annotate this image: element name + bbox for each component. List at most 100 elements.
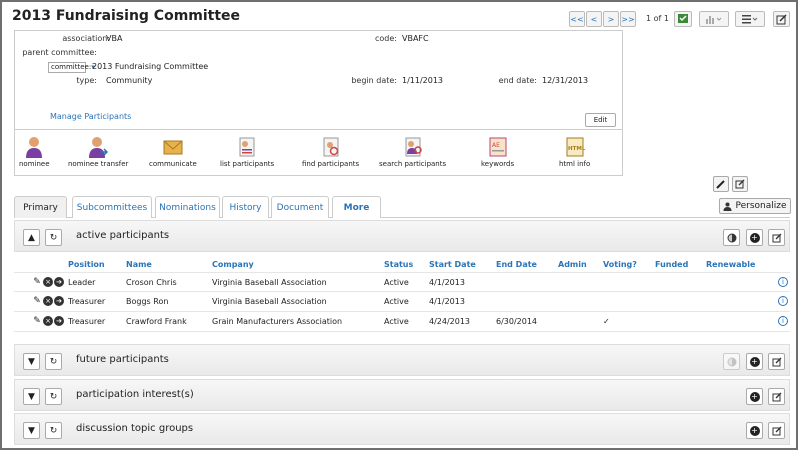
- committee-details: association: VBA code: VBAFC parent comm…: [14, 30, 623, 130]
- edit-section-button[interactable]: [768, 388, 785, 405]
- flag-check-button[interactable]: [674, 11, 692, 27]
- add-button[interactable]: +: [746, 388, 763, 405]
- html-info-action[interactable]: HTML html info: [559, 136, 590, 168]
- list-participants-action[interactable]: list participants: [220, 136, 274, 168]
- filter-toggle-button[interactable]: [723, 229, 740, 246]
- cell-status: Active: [384, 278, 409, 287]
- communicate-action[interactable]: communicate: [149, 136, 197, 168]
- table-row[interactable]: ✎ × ➔ Treasurer Crawford Frank Grain Man…: [14, 312, 790, 332]
- refresh-button[interactable]: ↻: [45, 422, 62, 439]
- find-participants-action[interactable]: find participants: [302, 136, 359, 168]
- last-page-button[interactable]: >>: [620, 11, 636, 27]
- end-date-label: end date:: [498, 76, 537, 85]
- find-participants-label: find participants: [302, 160, 360, 168]
- col-admin[interactable]: Admin: [558, 260, 587, 269]
- tab-subcommittees[interactable]: Subcommittees: [72, 196, 152, 218]
- tab-document[interactable]: Document: [271, 196, 329, 218]
- edit-page-button[interactable]: [773, 11, 790, 27]
- cell-company: Virginia Baseball Association: [212, 278, 327, 287]
- remove-icon[interactable]: ×: [43, 316, 53, 326]
- personalize-label: Personalize: [735, 201, 787, 211]
- chart-menu-button[interactable]: [699, 11, 729, 27]
- keywords-action[interactable]: AE keywords: [481, 136, 514, 168]
- expand-button[interactable]: ▼: [23, 422, 40, 439]
- col-name[interactable]: Name: [126, 260, 152, 269]
- edit-button[interactable]: Edit: [585, 113, 616, 127]
- refresh-icon: ↻: [49, 425, 58, 436]
- list-menu-button[interactable]: [735, 11, 765, 27]
- pencil-icon[interactable]: ✎: [32, 296, 42, 306]
- refresh-button[interactable]: ↻: [45, 229, 62, 246]
- edit-section-button[interactable]: [768, 422, 785, 439]
- expand-button[interactable]: ▼: [23, 353, 40, 370]
- cell-position: Treasurer: [68, 317, 106, 326]
- participation-interest-header: ▼ ↻ participation interest(s) +: [14, 379, 790, 411]
- committee-select[interactable]: committee:▾: [48, 62, 95, 73]
- arrow-icon[interactable]: ➔: [54, 316, 64, 326]
- col-end-date[interactable]: End Date: [496, 260, 537, 269]
- tab-history[interactable]: History: [222, 196, 269, 218]
- col-start-date[interactable]: Start Date: [429, 260, 476, 269]
- filter-toggle-button[interactable]: [723, 353, 740, 370]
- info-icon[interactable]: i: [778, 316, 788, 326]
- col-position[interactable]: Position: [68, 260, 105, 269]
- first-page-button[interactable]: <<: [569, 11, 585, 27]
- info-icon[interactable]: i: [778, 277, 788, 287]
- association-value: VBA: [106, 34, 123, 43]
- refresh-icon: ↻: [49, 232, 58, 243]
- add-button[interactable]: +: [746, 353, 763, 370]
- remove-icon[interactable]: ×: [43, 277, 53, 287]
- col-company[interactable]: Company: [212, 260, 254, 269]
- expand-button[interactable]: ▼: [23, 388, 40, 405]
- plus-circle-icon: +: [749, 425, 760, 436]
- html-icon: HTML: [566, 137, 585, 157]
- next-page-button[interactable]: >: [603, 11, 619, 27]
- chevron-down-icon: ▼: [28, 391, 35, 402]
- prev-page-button[interactable]: <: [586, 11, 602, 27]
- col-status[interactable]: Status: [384, 260, 413, 269]
- pencil-icon[interactable]: ✎: [32, 316, 42, 326]
- col-voting[interactable]: Voting?: [603, 260, 637, 269]
- collapse-button[interactable]: ▲: [23, 229, 40, 246]
- add-button[interactable]: +: [746, 422, 763, 439]
- tab-primary[interactable]: Primary: [14, 196, 67, 218]
- arrow-icon[interactable]: ➔: [54, 296, 64, 306]
- begin-date-label: begin date:: [351, 76, 397, 85]
- html-info-label: html info: [559, 160, 591, 168]
- active-participants-header: ▲ ↻ active participants +: [14, 220, 790, 252]
- committee-name: 2013 Fundraising Committee: [92, 62, 209, 71]
- tab-more[interactable]: More: [332, 196, 381, 218]
- tab-nominations[interactable]: Nominations: [155, 196, 220, 218]
- table-row[interactable]: ✎ × ➔ Treasurer Boggs Ron Virginia Baseb…: [14, 292, 790, 312]
- add-button[interactable]: +: [746, 229, 763, 246]
- nominee-transfer-action[interactable]: nominee transfer: [68, 136, 128, 168]
- section-title: future participants: [76, 354, 169, 365]
- table-row[interactable]: ✎ × ➔ Leader Croson Chris Virginia Baseb…: [14, 272, 790, 292]
- info-icon[interactable]: i: [778, 296, 788, 306]
- personalize-button[interactable]: Personalize: [719, 198, 791, 214]
- search-people-icon: [405, 137, 422, 157]
- arrow-icon[interactable]: ➔: [54, 277, 64, 287]
- section-title: discussion topic groups: [76, 423, 194, 434]
- association-label: association:: [62, 34, 110, 43]
- search-participants-action[interactable]: search participants: [379, 136, 446, 168]
- refresh-button[interactable]: ↻: [45, 353, 62, 370]
- remove-icon[interactable]: ×: [43, 296, 53, 306]
- person-transfer-icon: [89, 137, 109, 158]
- manage-participants-link[interactable]: Manage Participants: [50, 112, 131, 121]
- edit-section-button[interactable]: [768, 353, 785, 370]
- pencil-icon[interactable]: ✎: [32, 277, 42, 287]
- edit-icon: [772, 392, 781, 401]
- cell-start-date: 4/1/2013: [429, 297, 465, 306]
- col-funded[interactable]: Funded: [655, 260, 688, 269]
- edit-layout-button[interactable]: [732, 176, 748, 192]
- nominee-transfer-label: nominee transfer: [68, 160, 129, 168]
- refresh-button[interactable]: ↻: [45, 388, 62, 405]
- edit-section-button[interactable]: [768, 229, 785, 246]
- svg-text:HTML: HTML: [568, 146, 585, 152]
- committee-select-value: committee:: [51, 63, 92, 71]
- flag-check-icon: [678, 14, 688, 23]
- col-renewable[interactable]: Renewable: [706, 260, 755, 269]
- nominee-action[interactable]: nominee: [19, 136, 50, 168]
- brush-button[interactable]: [713, 176, 729, 192]
